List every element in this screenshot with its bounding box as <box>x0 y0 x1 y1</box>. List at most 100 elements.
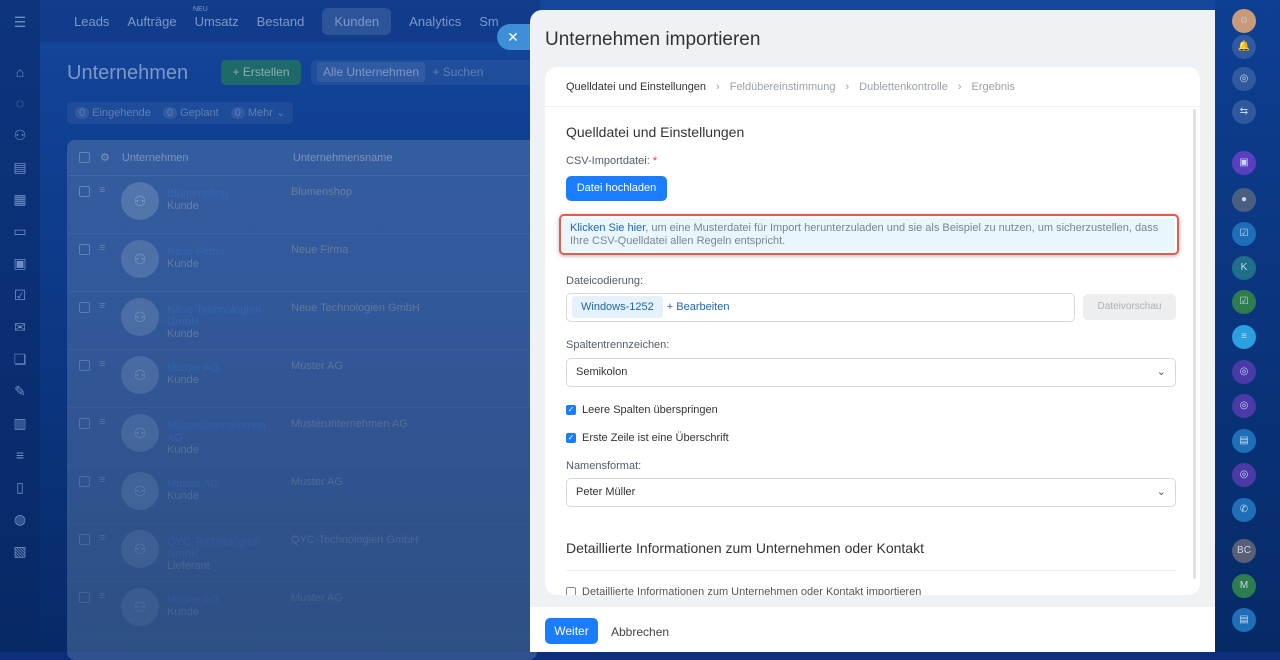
store-icon[interactable]: ▥ <box>12 415 28 431</box>
row-checkbox[interactable] <box>79 476 90 487</box>
drag-handle-icon[interactable]: ≡ <box>99 184 105 196</box>
company-link[interactable]: Neue Firma Kunde <box>167 246 277 270</box>
row-checkbox[interactable] <box>79 360 90 371</box>
home-icon[interactable]: ⌂ <box>12 64 28 80</box>
checkbox-checked-icon[interactable]: ✓ <box>566 405 576 415</box>
sign-icon[interactable]: ✎ <box>12 383 28 399</box>
nav-bestand[interactable]: Bestand <box>257 14 305 29</box>
document-icon[interactable]: ▤ <box>12 159 28 175</box>
encoding-field[interactable]: Windows-1252 + Bearbeiten <box>566 293 1075 322</box>
tasks-icon[interactable]: ☑ <box>12 287 28 303</box>
company-link[interactable]: Muster AG Kunde <box>167 478 277 502</box>
counter[interactable]: 0 Mehr ⌄ <box>230 102 285 124</box>
filter-icon[interactable]: ≡ <box>12 447 28 463</box>
row-checkbox[interactable] <box>79 186 90 197</box>
task-icon[interactable]: ☑ <box>1232 290 1256 314</box>
search-input[interactable]: Alle Unternehmen + Suchen <box>311 60 536 85</box>
openlines-icon[interactable]: ◎ <box>1232 394 1256 418</box>
company-name[interactable]: Neue Firma <box>167 246 224 258</box>
company-name[interactable]: Muster AG <box>167 362 219 374</box>
separator-select[interactable]: Semikolon ⌄ <box>566 358 1176 387</box>
contact-avatar[interactable]: K <box>1232 256 1256 280</box>
row-checkbox[interactable] <box>79 418 90 429</box>
column-header-name[interactable]: Unternehmensname <box>293 152 393 164</box>
counter[interactable]: 0 Geplant <box>162 102 219 124</box>
openlines-icon[interactable]: ◎ <box>1232 360 1256 384</box>
drag-handle-icon[interactable]: ≡ <box>99 300 105 312</box>
chat-icon[interactable]: ❏ <box>12 351 28 367</box>
contact-avatar[interactable]: M <box>1232 574 1256 598</box>
company-name[interactable]: QYC-Technologien GmbH <box>167 536 259 560</box>
phone-icon[interactable]: ✆ <box>1232 498 1256 522</box>
checkbox-checked-icon[interactable]: ✓ <box>566 433 576 443</box>
company-name[interactable]: Neue Technologien GmbH <box>167 304 261 328</box>
sample-file-link[interactable]: Klicken Sie hier <box>570 222 645 234</box>
column-header-company[interactable]: Unternehmen <box>122 152 293 164</box>
contact-avatar[interactable]: BC <box>1232 539 1256 563</box>
nav-umsatz[interactable]: Umsatz <box>195 14 239 29</box>
company-link[interactable]: Musterunternehmen AG Kunde <box>167 420 277 456</box>
drag-handle-icon[interactable]: ≡ <box>99 532 105 544</box>
encoding-edit-link[interactable]: + Bearbeiten <box>667 301 730 313</box>
company-link[interactable]: Muster AG Kunde <box>167 362 277 386</box>
skip-empty-checkbox[interactable]: ✓ Leere Spalten überspringen <box>566 404 718 416</box>
select-all-checkbox[interactable] <box>79 152 90 163</box>
table-row[interactable]: ≡ ⚇ Neue Technologien GmbH Kunde Neue Techno… <box>67 292 537 350</box>
chat-icon[interactable]: ⇆ <box>1232 100 1256 124</box>
crm-icon[interactable]: ◌ <box>12 95 28 111</box>
card-icon[interactable]: ▤ <box>1232 608 1256 632</box>
mail-icon[interactable]: ✉ <box>12 319 28 335</box>
calendar-icon[interactable]: ▦ <box>12 191 28 207</box>
drive-icon[interactable]: ▭ <box>12 223 28 239</box>
table-row[interactable]: ≡ ⚇ QYC-Technologien GmbH Lieferant QYC-Tech… <box>67 524 537 582</box>
table-row[interactable]: ≡ ⚇ Muster AG Kunde Muster AG <box>67 582 537 640</box>
cancel-button[interactable]: Abbrechen <box>611 625 669 639</box>
drag-handle-icon[interactable]: ≡ <box>99 358 105 370</box>
create-button[interactable]: + Erstellen <box>221 60 301 85</box>
table-row[interactable]: ≡ ⚇ Muster AG Kunde Muster AG <box>67 350 537 408</box>
company-link[interactable]: Muster AG Kunde <box>167 594 277 618</box>
nav-auftraege[interactable]: Aufträge <box>127 14 176 29</box>
table-row[interactable]: ≡ ⚇ Blumenshop Kunde Blumenshop <box>67 176 537 234</box>
users-icon[interactable]: ⚇ <box>12 127 28 143</box>
table-row[interactable]: ≡ ⚇ Muster AG Kunde Muster AG <box>67 466 537 524</box>
openlines-icon[interactable]: ◎ <box>1232 67 1256 91</box>
filter-chip[interactable]: Alle Unternehmen <box>317 62 426 82</box>
company-name[interactable]: Muster AG <box>167 478 219 490</box>
drag-handle-icon[interactable]: ≡ <box>99 242 105 254</box>
user-avatar[interactable]: ● <box>1232 188 1256 212</box>
drag-handle-icon[interactable]: ≡ <box>99 590 105 602</box>
company-name[interactable]: Muster AG <box>167 594 219 606</box>
card-icon[interactable]: ▤ <box>1232 429 1256 453</box>
user-avatar[interactable]: ☺ <box>1232 9 1256 33</box>
row-checkbox[interactable] <box>79 244 90 255</box>
file-icon[interactable]: ▯ <box>12 479 28 495</box>
nav-more[interactable]: Sm <box>479 14 499 29</box>
company-link[interactable]: Blumenshop Kunde <box>167 188 277 212</box>
money-icon[interactable]: ▧ <box>12 543 28 559</box>
company-name[interactable]: Blumenshop <box>167 188 228 200</box>
preview-button[interactable]: Dateivorschau <box>1083 294 1176 320</box>
first-row-header-checkbox[interactable]: ✓ Erste Zeile ist eine Überschrift <box>566 432 729 444</box>
menu-icon[interactable]: ☰ <box>12 14 28 30</box>
row-checkbox[interactable] <box>79 302 90 313</box>
contact-icon[interactable]: ▣ <box>1232 151 1256 175</box>
nav-kunden[interactable]: Kunden <box>322 7 392 35</box>
nav-analytics[interactable]: Analytics <box>409 14 461 29</box>
counter[interactable]: 0 Eingehende <box>75 102 151 124</box>
settings-icon[interactable]: ⚙ <box>100 151 110 164</box>
checkbox-unchecked-icon[interactable] <box>566 587 576 595</box>
bell-icon[interactable]: 🔔 <box>1232 35 1256 59</box>
name-format-select[interactable]: Peter Müller ⌄ <box>566 478 1176 507</box>
next-button[interactable]: Weiter <box>545 618 598 644</box>
drag-handle-icon[interactable]: ≡ <box>99 474 105 486</box>
detail-import-checkbox[interactable]: Detaillierte Informationen zum Unternehm… <box>566 586 921 595</box>
message-icon[interactable]: ≡ <box>1232 325 1256 349</box>
company-name[interactable]: Musterunternehmen AG <box>167 420 265 444</box>
task-icon[interactable]: ☑ <box>1232 222 1256 246</box>
board-icon[interactable]: ▣ <box>12 255 28 271</box>
row-checkbox[interactable] <box>79 534 90 545</box>
table-row[interactable]: ≡ ⚇ Neue Firma Kunde Neue Firma <box>67 234 537 292</box>
globe-icon[interactable]: ◍ <box>12 511 28 527</box>
drag-handle-icon[interactable]: ≡ <box>99 416 105 428</box>
